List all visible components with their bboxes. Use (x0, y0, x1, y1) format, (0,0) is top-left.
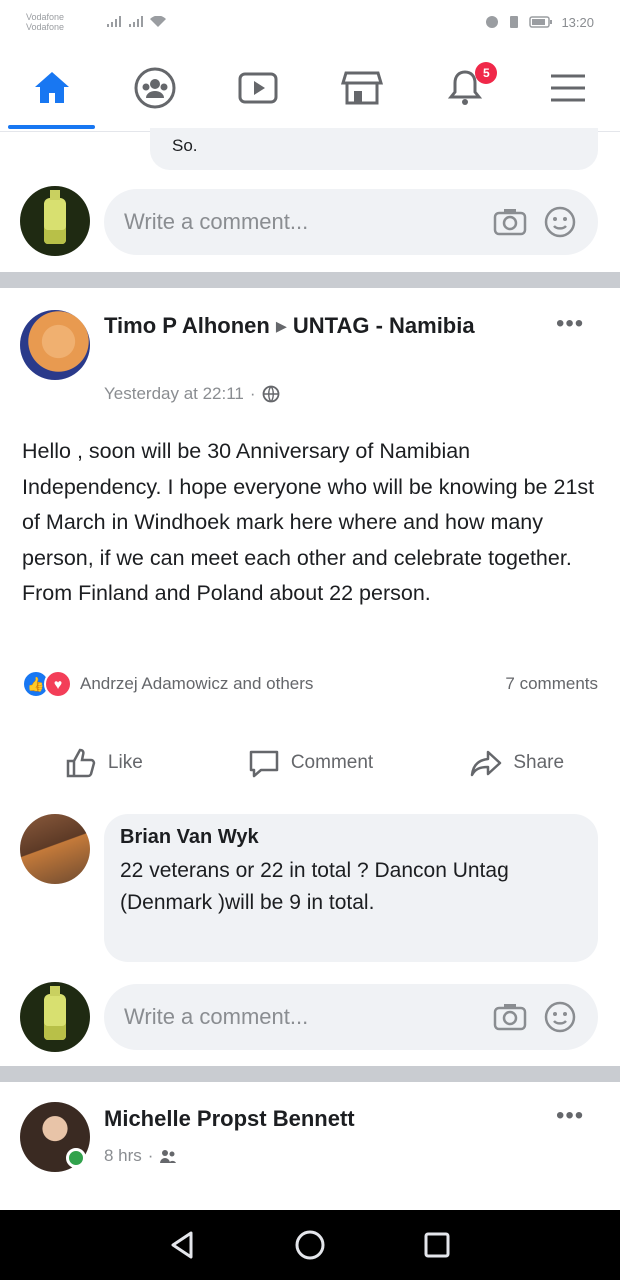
tab-notifications[interactable]: 5 (413, 44, 516, 131)
reactions-summary[interactable]: 👍 ♥ Andrzej Adamowicz and others (22, 670, 313, 698)
meta-dot-2: · (147, 1146, 154, 1165)
globe-icon (262, 385, 279, 403)
sticker-icon[interactable] (542, 204, 578, 240)
write-comment-box[interactable]: Write a comment... (104, 189, 598, 255)
home-button-icon[interactable] (292, 1227, 328, 1263)
comment-bubble: Brian Van Wyk 22 veterans or 22 in total… (104, 814, 598, 962)
post-group-name[interactable]: UNTAG - Namibia (293, 313, 475, 338)
clock: 13:20 (561, 14, 594, 30)
like-label: Like (107, 752, 143, 773)
menu-icon (551, 74, 586, 101)
write-comment-box-2[interactable]: Write a comment... (104, 984, 598, 1050)
comment-box-icons (492, 204, 578, 240)
comments-count[interactable]: 7 comments (505, 674, 598, 694)
comment-text: 22 veterans or 22 in total ? Dancon Unta… (120, 859, 509, 914)
top-nav-bar: 5 (0, 44, 620, 132)
comment-placeholder-2: Write a comment... (124, 1004, 309, 1029)
thumbs-up-icon (66, 748, 96, 778)
post-actions: Like Comment Share (0, 730, 620, 796)
vibrate-icon (510, 16, 519, 28)
status-bar: Vodafone Vodafone 13:20 (0, 0, 620, 44)
battery-icon (529, 16, 553, 28)
tab-watch[interactable] (207, 44, 310, 131)
signal-icons (106, 16, 166, 28)
feed-divider (0, 272, 620, 288)
back-icon[interactable] (165, 1227, 201, 1263)
next-post-meta: 8 hrs · (104, 1146, 177, 1166)
love-reaction-icon: ♥ (44, 670, 72, 698)
friends-icon (160, 1150, 177, 1163)
post-more-button[interactable]: ••• (556, 310, 584, 338)
avatar-image-2 (44, 986, 66, 1040)
signal-icon-2 (129, 16, 143, 27)
avatar-image (44, 190, 66, 244)
post-author-avatar[interactable] (20, 310, 90, 380)
comment-icon (249, 750, 279, 778)
comment-button[interactable]: Comment (207, 730, 414, 796)
watch-icon (238, 72, 278, 103)
android-nav-bar (0, 1210, 620, 1280)
reaction-icons: 👍 ♥ (22, 670, 72, 698)
post-body-text: Hello , soon will be 30 Anniversary of N… (22, 439, 595, 605)
tab-menu[interactable] (517, 44, 620, 131)
next-post-author-name[interactable]: Michelle Propst Bennett (104, 1106, 355, 1132)
marketplace-icon (340, 71, 383, 104)
tab-groups[interactable] (103, 44, 206, 131)
recents-icon[interactable] (419, 1227, 455, 1263)
current-user-avatar-2[interactable] (20, 982, 90, 1052)
current-user-avatar[interactable] (20, 186, 90, 256)
next-post-more-button[interactable]: ••• (556, 1102, 584, 1130)
tab-marketplace[interactable] (310, 44, 413, 131)
comment-placeholder: Write a comment... (124, 209, 309, 234)
notification-badge: 5 (475, 62, 498, 84)
carrier-name-2: Vodafone (26, 22, 65, 32)
reactions-text: Andrzej Adamowicz and others (80, 674, 314, 693)
tab-home[interactable] (0, 44, 103, 131)
groups-icon (134, 67, 176, 108)
author-group-separator: ▸ (275, 313, 287, 338)
next-post-timestamp[interactable]: 8 hrs (104, 1146, 142, 1166)
alarm-icon (486, 16, 499, 28)
home-icon (34, 71, 69, 103)
like-button[interactable]: Like (0, 730, 207, 796)
feed-divider-2 (0, 1066, 620, 1082)
share-button[interactable]: Share (413, 730, 620, 796)
signal-icon (107, 16, 121, 27)
camera-icon[interactable] (492, 999, 528, 1035)
post-meta: Yesterday at 22:11 · (104, 384, 280, 404)
post-author-name[interactable]: Timo P Alhonen (104, 313, 270, 338)
comment-author[interactable]: Brian Van Wyk (120, 826, 582, 849)
carrier-label: Vodafone Vodafone (26, 12, 96, 32)
comment-box-icons-2 (492, 999, 578, 1035)
previous-comment-bubble: So. (150, 128, 598, 170)
post-author-line: Timo P Alhonen ▸ UNTAG - Namibia (104, 310, 504, 342)
meta-dot: · (249, 384, 256, 403)
commenter-avatar[interactable] (20, 814, 90, 884)
share-icon (471, 750, 502, 777)
status-left: Vodafone Vodafone (26, 12, 166, 32)
wifi-icon (150, 16, 166, 27)
share-label: Share (513, 752, 565, 773)
status-right: 13:20 (485, 15, 594, 30)
sticker-icon[interactable] (542, 999, 578, 1035)
post-timestamp[interactable]: Yesterday at 22:11 (104, 384, 244, 404)
carrier-name-1: Vodafone (26, 12, 65, 22)
camera-icon[interactable] (492, 204, 528, 240)
online-status-indicator (66, 1148, 86, 1168)
comment-label: Comment (290, 752, 374, 773)
previous-comment-text: So. (172, 136, 198, 155)
